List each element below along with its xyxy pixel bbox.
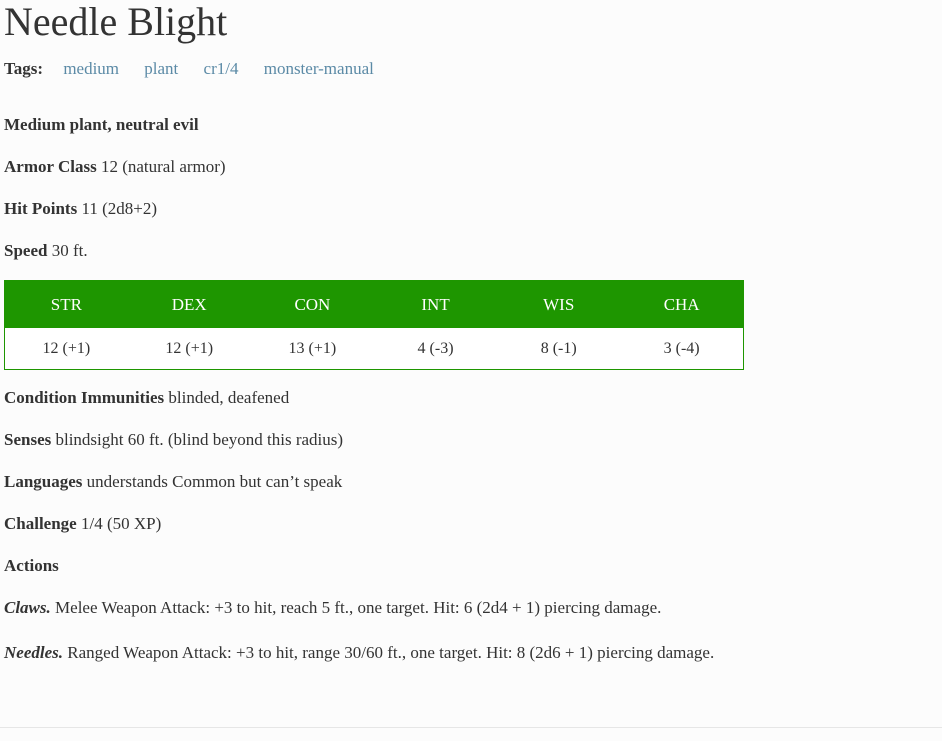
speed-line: Speed 30 ft. bbox=[4, 240, 88, 262]
ability-value-wis: 8 (-1) bbox=[497, 328, 621, 370]
ability-header-con: CON bbox=[250, 280, 374, 328]
condition-immunities-line: Condition Immunities blinded, deafened bbox=[4, 387, 289, 409]
tag-link-cr[interactable]: cr1/4 bbox=[204, 59, 239, 78]
action-claws-text: Melee Weapon Attack: +3 to hit, reach 5 … bbox=[55, 598, 662, 617]
challenge-label: Challenge bbox=[4, 514, 77, 533]
ability-value-dex: 12 (+1) bbox=[127, 328, 251, 370]
armor-class-value: 12 (natural armor) bbox=[100, 157, 226, 176]
action-needles: Needles. Ranged Weapon Attack: +3 to hit… bbox=[4, 639, 724, 666]
action-claws: Claws. Melee Weapon Attack: +3 to hit, r… bbox=[4, 597, 661, 619]
ability-header-int: INT bbox=[373, 280, 498, 328]
action-claws-name: Claws. bbox=[4, 598, 51, 617]
ability-header-row: STR DEX CON INT WIS CHA bbox=[4, 280, 744, 328]
hit-points-label: Hit Points bbox=[4, 199, 78, 218]
languages-line: Languages understands Common but can’t s… bbox=[4, 471, 342, 493]
tag-link-monster-manual[interactable]: monster-manual bbox=[264, 59, 374, 78]
hit-points-value: 11 (2d8+2) bbox=[81, 199, 157, 218]
actions-heading: Actions bbox=[4, 556, 59, 575]
tags-row: Tags: medium plant cr1/4 monster-manual bbox=[4, 58, 395, 80]
page-title: Needle Blight bbox=[4, 0, 228, 44]
ability-scores-table: STR DEX CON INT WIS CHA 12 (+1) 12 (+1) … bbox=[4, 280, 744, 370]
armor-class-label: Armor Class bbox=[4, 157, 97, 176]
languages-label: Languages bbox=[4, 472, 83, 491]
ability-value-int: 4 (-3) bbox=[373, 328, 498, 370]
condition-immunities-value: blinded, deafened bbox=[168, 388, 290, 407]
armor-class-line: Armor Class 12 (natural armor) bbox=[4, 156, 226, 178]
action-needles-text: Ranged Weapon Attack: +3 to hit, range 3… bbox=[67, 643, 715, 662]
languages-value: understands Common but can’t speak bbox=[86, 472, 343, 491]
tags-label: Tags: bbox=[4, 59, 44, 78]
tag-link-medium[interactable]: medium bbox=[63, 59, 119, 78]
action-needles-name: Needles. bbox=[4, 643, 64, 662]
ability-header-cha: CHA bbox=[620, 280, 744, 328]
ability-header-wis: WIS bbox=[497, 280, 621, 328]
ability-header-dex: DEX bbox=[127, 280, 251, 328]
tag-link-plant[interactable]: plant bbox=[144, 59, 178, 78]
senses-label: Senses bbox=[4, 430, 52, 449]
challenge-line: Challenge 1/4 (50 XP) bbox=[4, 513, 161, 535]
condition-immunities-label: Condition Immunities bbox=[4, 388, 165, 407]
type-line: Medium plant, neutral evil bbox=[4, 115, 199, 134]
ability-header-str: STR bbox=[4, 280, 128, 328]
speed-value: 30 ft. bbox=[51, 241, 88, 260]
ability-value-row: 12 (+1) 12 (+1) 13 (+1) 4 (-3) 8 (-1) 3 … bbox=[4, 328, 744, 370]
challenge-value: 1/4 (50 XP) bbox=[80, 514, 162, 533]
ability-value-cha: 3 (-4) bbox=[620, 328, 744, 370]
bottom-divider bbox=[0, 727, 942, 728]
ability-value-con: 13 (+1) bbox=[250, 328, 374, 370]
ability-value-str: 12 (+1) bbox=[4, 328, 128, 370]
senses-value: blindsight 60 ft. (blind beyond this rad… bbox=[55, 430, 344, 449]
hit-points-line: Hit Points 11 (2d8+2) bbox=[4, 198, 157, 220]
speed-label: Speed bbox=[4, 241, 48, 260]
senses-line: Senses blindsight 60 ft. (blind beyond t… bbox=[4, 429, 343, 451]
